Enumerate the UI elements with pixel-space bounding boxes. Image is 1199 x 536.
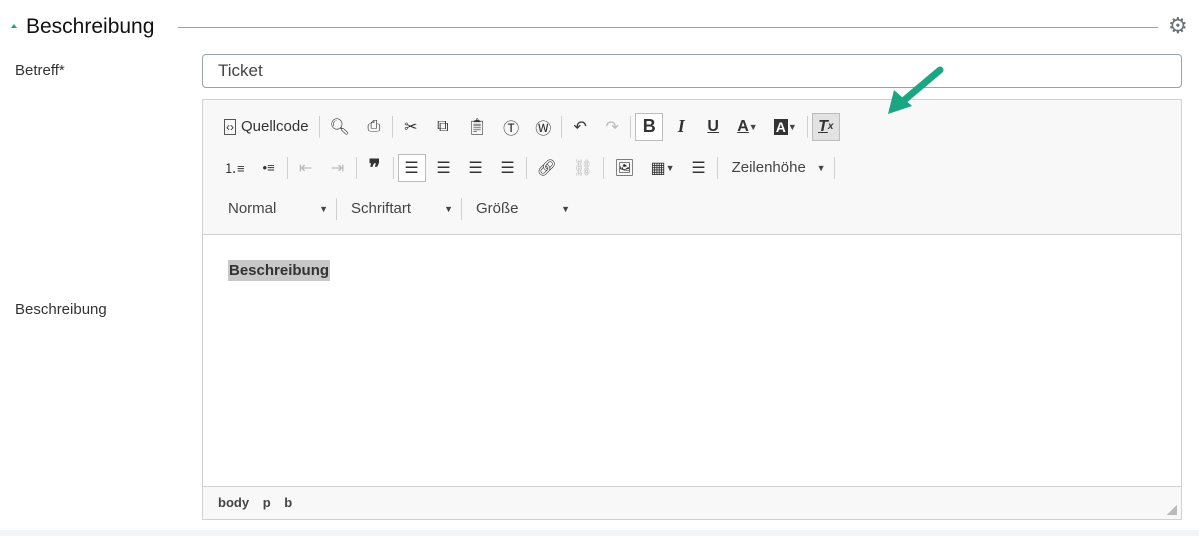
section-title: Beschreibung [26,15,155,38]
indent-icon[interactable]: ⇥ [324,154,352,182]
align-right-icon[interactable]: ☰ [462,154,490,182]
element-path: body p b [203,486,1181,519]
collapse-caret-icon[interactable] [11,24,17,28]
chevron-down-icon: ▼ [319,203,328,214]
subject-label: Betreff* [15,62,65,79]
page-bottom-strip [0,530,1199,536]
bulleted-list-icon[interactable]: •≡ [255,154,283,182]
justify-icon[interactable]: ☰ [494,154,522,182]
section-divider [178,27,1158,28]
format-select[interactable]: Normal ▼ [218,195,336,223]
path-body[interactable]: body [218,495,249,510]
resize-handle[interactable] [1167,505,1177,515]
paste-text-icon[interactable]: Ⓣ [497,113,525,141]
chevron-down-icon: ▼ [444,203,453,214]
rich-text-editor: ‹› Quellcode 🔍︎ ⎙ ✂ ⧉ 📋︎ Ⓣ Ⓦ ↶ ↷ B I U A ▼… [202,99,1182,520]
numbered-list-icon[interactable]: ⒈≡ [218,154,251,182]
redo-icon[interactable]: ↷ [598,113,626,141]
print-icon[interactable]: ⎙ [360,113,388,141]
size-select[interactable]: Größe ▼ [466,195,578,223]
horizontal-line-icon[interactable]: ☰ [685,154,713,182]
gear-icon[interactable]: ⚙ [1168,15,1188,37]
table-icon[interactable]: ▦ ▼ [645,154,681,182]
outdent-icon[interactable]: ⇤ [292,154,320,182]
remove-format-icon[interactable]: Tx [811,112,840,141]
path-b[interactable]: b [284,495,292,510]
description-label: Beschreibung [15,301,107,318]
editor-content[interactable]: Beschreibung [203,235,1181,486]
path-p[interactable]: p [263,495,271,510]
copy-icon[interactable]: ⧉ [429,113,457,141]
source-icon: ‹› [224,118,236,135]
unlink-icon[interactable]: ⛓ [567,154,599,182]
align-left-icon[interactable]: ☰ [397,153,426,182]
selected-text[interactable]: Beschreibung [228,260,331,281]
subject-input[interactable] [202,54,1182,88]
line-height-select[interactable]: Zeilenhöhe ▼ [722,154,834,182]
bold-icon[interactable]: B [635,112,664,141]
background-color-icon[interactable]: A ▼ [768,113,803,141]
font-select[interactable]: Schriftart ▼ [341,195,461,223]
chevron-down-icon: ▼ [561,203,570,214]
undo-icon[interactable]: ↶ [566,113,594,141]
image-icon[interactable]: 🖼︎ [608,154,640,182]
editor-toolbar: ‹› Quellcode 🔍︎ ⎙ ✂ ⧉ 📋︎ Ⓣ Ⓦ ↶ ↷ B I U A ▼… [203,100,1181,235]
text-color-icon[interactable]: A ▼ [731,113,763,141]
annotation-arrow-icon [888,66,944,114]
italic-icon[interactable]: I [667,113,695,141]
source-button[interactable]: ‹› Quellcode [218,113,315,141]
align-center-icon[interactable]: ☰ [430,154,458,182]
cut-icon[interactable]: ✂ [397,113,425,141]
underline-icon[interactable]: U [699,113,727,141]
paste-word-icon[interactable]: Ⓦ [529,113,557,141]
blockquote-icon[interactable]: ❞ [361,154,389,182]
paste-icon[interactable]: 📋︎ [461,113,493,141]
chevron-down-icon: ▼ [816,162,826,173]
link-icon[interactable]: 🔗︎ [531,154,563,182]
preview-icon[interactable]: 🔍︎ [324,113,356,141]
